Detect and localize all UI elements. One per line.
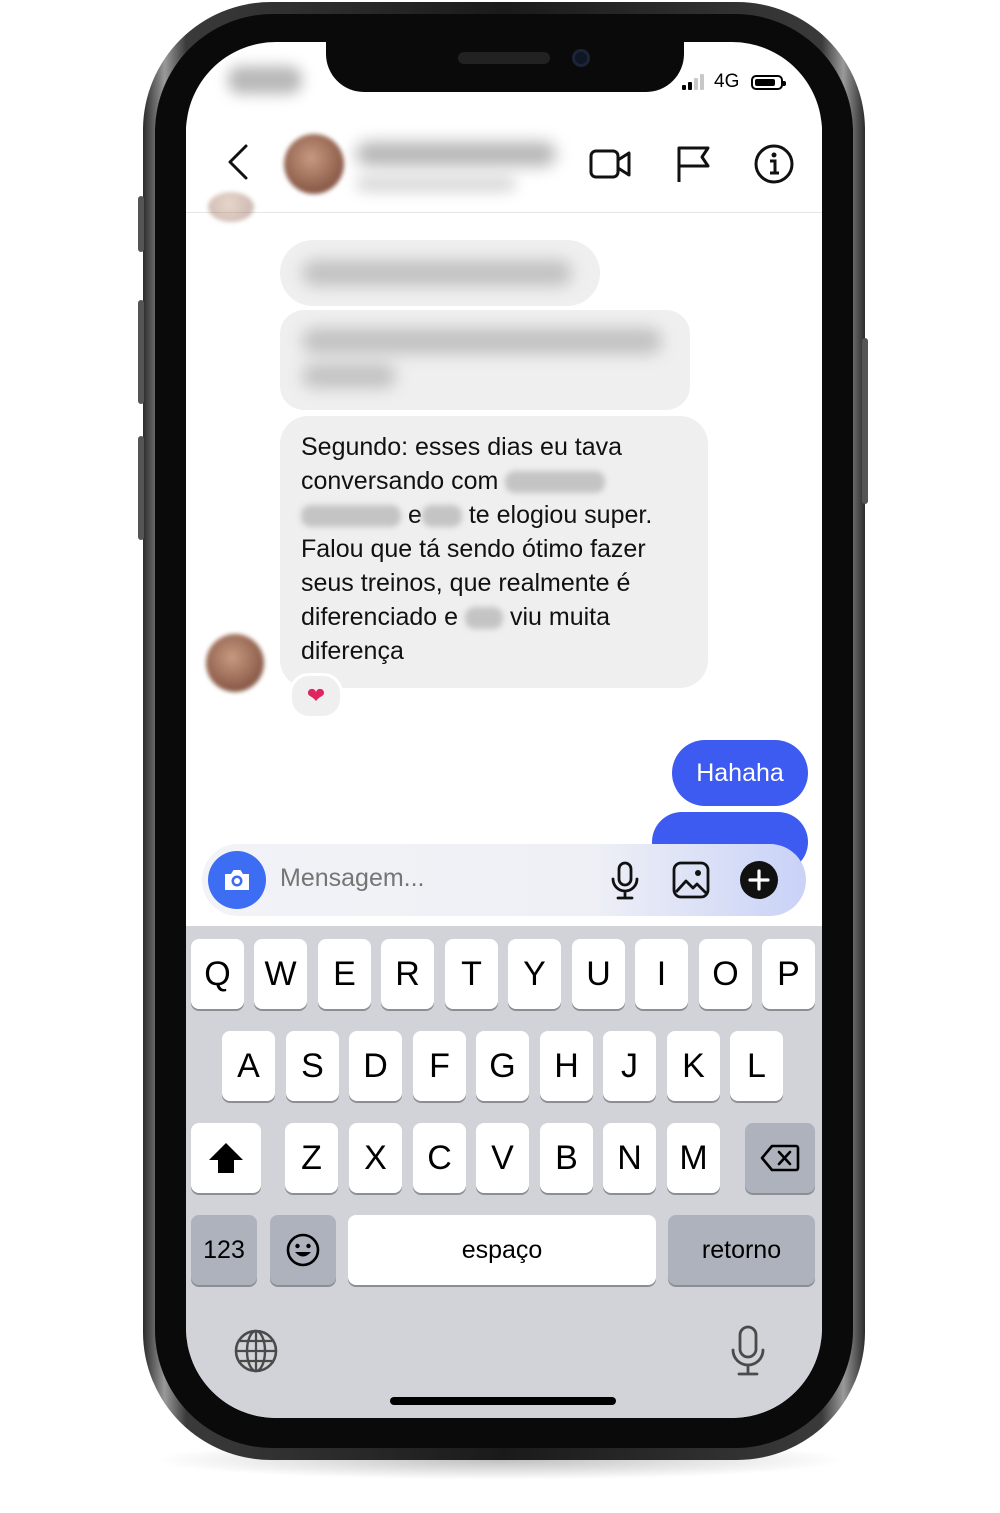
video-call-icon[interactable] — [588, 142, 632, 186]
key-r[interactable]: R — [381, 939, 434, 1009]
key-n[interactable]: N — [603, 1123, 656, 1193]
shift-key[interactable] — [191, 1123, 261, 1193]
key-m[interactable]: M — [667, 1123, 720, 1193]
message-line: diferenciado e viu muita — [301, 600, 701, 634]
message-input[interactable] — [280, 864, 580, 893]
globe-icon[interactable] — [232, 1327, 280, 1375]
key-e[interactable]: E — [318, 939, 371, 1009]
chat-header — [186, 122, 822, 213]
volume-down-button — [138, 436, 144, 540]
redacted-text — [505, 471, 606, 494]
camera-button[interactable] — [208, 851, 266, 909]
key-t[interactable]: T — [445, 939, 498, 1009]
redacted-text — [301, 505, 401, 528]
notch — [326, 42, 684, 92]
message-line: Segundo: esses dias eu tava — [301, 433, 623, 461]
key-c[interactable]: C — [413, 1123, 466, 1193]
image-icon[interactable] — [670, 859, 712, 901]
sender-avatar-partial — [208, 192, 254, 222]
backspace-icon — [760, 1144, 800, 1172]
front-camera — [572, 49, 590, 67]
emoji-icon — [286, 1233, 320, 1267]
info-icon[interactable] — [752, 142, 796, 186]
camera-icon — [225, 870, 249, 890]
key-x[interactable]: X — [349, 1123, 402, 1193]
key-v[interactable]: V — [476, 1123, 529, 1193]
signal-icon — [682, 74, 704, 90]
key-a[interactable]: A — [222, 1031, 275, 1101]
key-l[interactable]: L — [730, 1031, 783, 1101]
space-key[interactable]: espaço — [348, 1215, 656, 1285]
key-h[interactable]: H — [540, 1031, 593, 1101]
message-line: Falou que tá sendo ótimo fazer — [301, 535, 646, 563]
back-chevron-icon[interactable] — [224, 142, 254, 182]
status-indicators: 4G — [682, 70, 787, 94]
key-g[interactable]: G — [476, 1031, 529, 1101]
flag-icon[interactable] — [672, 142, 716, 186]
key-y[interactable]: Y — [508, 939, 561, 1009]
message-bubble-received[interactable]: Segundo: esses dias eu tava conversando … — [280, 416, 708, 688]
home-indicator[interactable] — [390, 1397, 616, 1405]
message-bubble-blurred[interactable] — [280, 240, 600, 306]
network-label: 4G — [714, 71, 740, 92]
message-text: e — [407, 501, 422, 529]
redacted-text — [465, 607, 504, 630]
key-q[interactable]: Q — [191, 939, 244, 1009]
emoji-key[interactable] — [270, 1215, 336, 1285]
volume-up-button — [138, 300, 144, 404]
contact-avatar[interactable] — [284, 134, 344, 194]
screen: 4G Segundo: esses dias eu tava conversan… — [186, 42, 822, 1418]
key-p[interactable]: P — [762, 939, 815, 1009]
message-line: conversando com — [301, 464, 701, 498]
message-line: e te elogiou super. — [301, 498, 701, 532]
sender-avatar[interactable] — [206, 634, 264, 692]
key-u[interactable]: U — [572, 939, 625, 1009]
message-bubble-blurred[interactable] — [280, 310, 690, 410]
key-b[interactable]: B — [540, 1123, 593, 1193]
key-s[interactable]: S — [286, 1031, 339, 1101]
heart-reaction[interactable]: ❤ — [289, 673, 343, 719]
dictation-icon[interactable] — [726, 1324, 770, 1378]
keyboard: Q W E R T Y U I O P A S D F G H J K L Z … — [186, 926, 822, 1418]
microphone-icon[interactable] — [604, 859, 646, 901]
message-line: seus treinos, que realmente é — [301, 569, 631, 597]
key-j[interactable]: J — [603, 1031, 656, 1101]
message-line: diferença — [301, 637, 404, 665]
plus-icon[interactable] — [738, 859, 780, 901]
key-f[interactable]: F — [413, 1031, 466, 1101]
message-bubble-sent[interactable]: Hahaha — [672, 740, 808, 806]
contact-username-blurred — [356, 176, 516, 192]
message-composer — [202, 844, 806, 916]
shift-icon — [209, 1143, 243, 1173]
key-k[interactable]: K — [667, 1031, 720, 1101]
battery-icon — [751, 74, 787, 90]
numbers-key[interactable]: 123 — [191, 1215, 257, 1285]
message-text: te elogiou super. — [468, 501, 653, 529]
key-o[interactable]: O — [699, 939, 752, 1009]
key-z[interactable]: Z — [285, 1123, 338, 1193]
key-d[interactable]: D — [349, 1031, 402, 1101]
status-time-blurred — [228, 66, 302, 94]
key-i[interactable]: I — [635, 939, 688, 1009]
message-text: conversando com — [301, 467, 499, 495]
message-text: diferenciado e — [301, 603, 459, 631]
redacted-text — [421, 505, 462, 528]
return-key[interactable]: retorno — [668, 1215, 815, 1285]
power-button — [862, 338, 868, 504]
key-w[interactable]: W — [254, 939, 307, 1009]
backspace-key[interactable] — [745, 1123, 815, 1193]
message-text: viu muita — [509, 603, 611, 631]
speaker — [458, 52, 550, 64]
side-switch — [138, 196, 144, 252]
contact-name-blurred[interactable] — [356, 142, 556, 166]
